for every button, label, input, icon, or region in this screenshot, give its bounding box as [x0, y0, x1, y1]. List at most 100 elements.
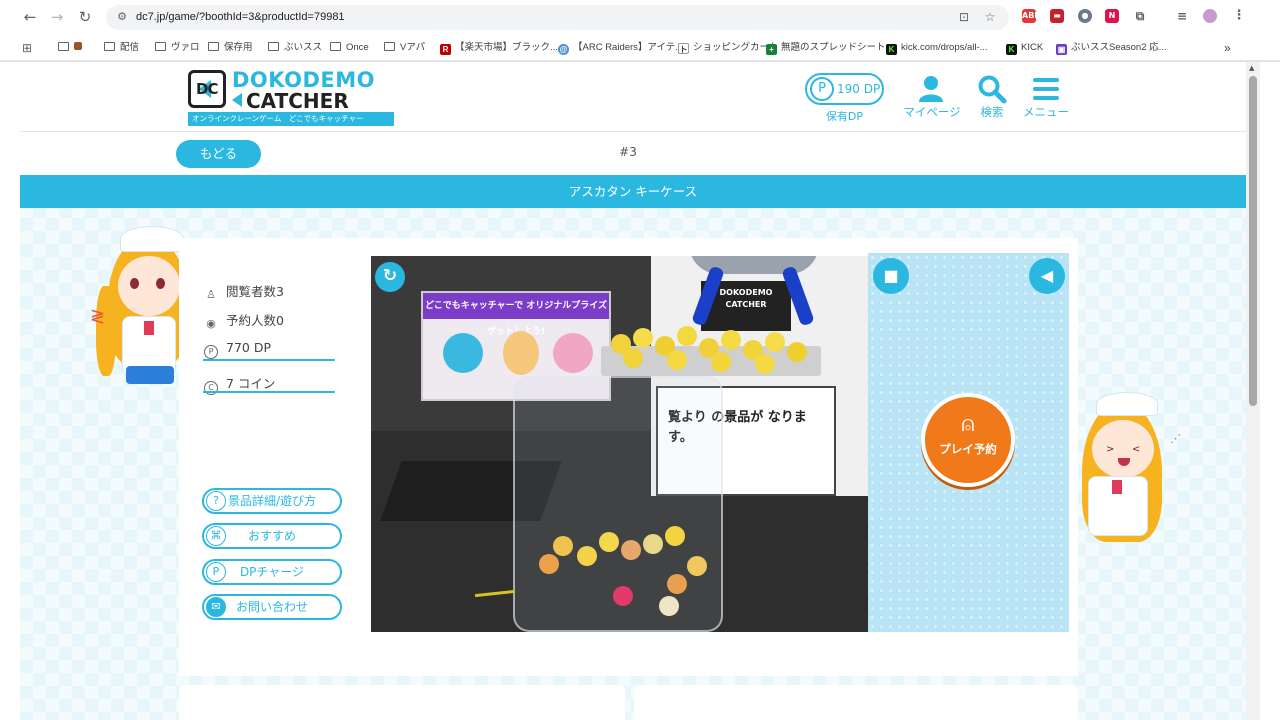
back-arrow-icon[interactable]: ← — [20, 7, 40, 27]
mascot-character-right: > < ⋰ — [1074, 392, 1184, 572]
search-label[interactable]: 検索 — [972, 104, 1012, 120]
address-url[interactable]: dc7.jp/game/?boothId=3&productId=79981 — [136, 5, 345, 30]
folder-icon — [268, 42, 279, 51]
page-margin — [1260, 62, 1280, 720]
refresh-stream-icon[interactable]: ↻ — [375, 262, 405, 292]
bookmark-folder[interactable]: Vアパ — [384, 39, 425, 57]
site-logo[interactable]: DC DOKODEMO CATCHER オンラインクレーンゲーム どこでもキャッ… — [188, 68, 394, 126]
extension-icon-red[interactable]: ▬ — [1050, 9, 1064, 23]
bookmark-rakuten[interactable]: R 【楽天市場】ブラック... — [440, 39, 558, 57]
browser-menu-icon[interactable]: ⋮ — [1232, 9, 1246, 23]
viewer-count: ♙ 閲覧者数3 — [204, 281, 284, 302]
points-icon: P — [810, 77, 834, 101]
control-panel: ■ ◀ ⍝ プレイ予約 — [868, 253, 1069, 632]
reload-icon[interactable]: ↻ — [75, 7, 95, 27]
logo-tagline: オンラインクレーンゲーム どこでもキャッチャー — [188, 112, 394, 126]
bookmark-kick-drops[interactable]: Kkick.com/drops/all-... — [886, 39, 988, 57]
claw-icon: ⍝ — [961, 412, 975, 437]
bookmark-folder[interactable]: ヴァロ — [155, 39, 200, 57]
bookmark-shopping-cart[interactable]: トショッピングカート — [678, 39, 779, 57]
bookmark-spreadsheet[interactable]: + 無題のスプレッドシート... — [766, 39, 893, 57]
bookmark-kick[interactable]: K KICK — [1006, 39, 1043, 57]
forward-arrow-icon[interactable]: → — [47, 7, 67, 27]
folder-icon — [384, 42, 395, 51]
dp-charge-button[interactable]: P DPチャージ — [202, 559, 342, 585]
more-bookmarks-icon[interactable]: » — [1224, 39, 1231, 57]
adblock-extension-icon[interactable]: ABP — [1022, 9, 1040, 23]
bookmark-folder[interactable] — [58, 39, 82, 57]
dp-label: 保有DP — [825, 110, 864, 123]
dp-balance[interactable]: P 190 DP — [805, 73, 884, 105]
search-icon[interactable] — [977, 74, 1007, 104]
booth-number: #3 — [619, 145, 637, 159]
menu-label[interactable]: メニュー — [1018, 104, 1074, 120]
cart-icon: ト — [678, 43, 689, 54]
bookmark-folder[interactable]: Once — [330, 39, 369, 57]
page-viewport: DC DOKODEMO CATCHER オンラインクレーンゲーム どこでもキャッ… — [20, 62, 1246, 720]
person-icon: ♙ — [206, 288, 216, 301]
folder-icon — [155, 42, 166, 51]
kick-icon: K — [886, 44, 897, 55]
points-icon: P — [206, 562, 226, 582]
hamburger-menu-icon[interactable] — [1031, 74, 1061, 104]
page-margin — [0, 62, 20, 720]
user-icon[interactable] — [916, 74, 946, 104]
gift-icon: ⌘ — [206, 526, 226, 546]
extensions-puzzle-icon[interactable]: ⧉ — [1133, 9, 1147, 23]
bookmark-folder[interactable]: ぶいスス — [268, 39, 322, 57]
play-price-dp: P 770 DP — [204, 340, 271, 359]
camera-switch-icon[interactable]: ■ — [873, 258, 909, 294]
recommend-button[interactable]: ⌘ おすすめ — [202, 523, 342, 549]
install-app-icon[interactable]: ⊡ — [956, 9, 972, 25]
bookmark-star-icon[interactable]: ☆ — [982, 9, 998, 25]
kick-icon: K — [1006, 44, 1017, 55]
scroll-up-icon[interactable]: ▲ — [1249, 64, 1254, 72]
shock-mark: ≷ — [90, 306, 106, 327]
prize-details-button[interactable]: ? 景品詳細/遊び方 — [202, 488, 342, 514]
info-card-right — [634, 685, 1078, 720]
mypage-label[interactable]: マイページ — [899, 104, 965, 120]
sheets-icon: + — [766, 44, 777, 55]
product-title: アスカタン キーケース — [20, 175, 1246, 208]
site-header: DC DOKODEMO CATCHER オンラインクレーンゲーム どこでもキャッ… — [20, 62, 1246, 132]
points-icon: P — [204, 345, 218, 359]
folder-icon — [58, 42, 69, 51]
sound-toggle-icon[interactable]: ◀ — [1029, 258, 1065, 294]
profile-avatar[interactable] — [1203, 9, 1217, 23]
divider — [203, 359, 335, 361]
game-panel: ♙ 閲覧者数3 ◉ 予約人数0 P 770 DP C7 コイン ? 景品詳細/遊び方 ⌘… — [179, 238, 1078, 676]
address-bar[interactable]: ⚙ dc7.jp/game/?boothId=3&productId=79981… — [106, 5, 1009, 30]
scrollbar-thumb[interactable] — [1249, 76, 1257, 406]
divider — [203, 391, 335, 393]
bookmark-arc-raiders[interactable]: @ 【ARC Raiders】アイテ... — [558, 39, 683, 57]
folder-icon — [208, 42, 219, 51]
chat-icon: ✉ — [206, 597, 226, 617]
reservation-count: ◉ 予約人数0 — [204, 310, 284, 331]
logo-line2: CATCHER — [232, 89, 349, 113]
browser-toolbar: ← → ↻ ⚙ dc7.jp/game/?boothId=3&productId… — [0, 0, 1280, 35]
site-icon: ▣ — [1056, 44, 1067, 55]
dp-value: 190 DP — [837, 82, 881, 96]
site-info-icon[interactable]: ⚙ — [114, 9, 130, 25]
bookmark-folder[interactable]: 保存用 — [208, 39, 253, 57]
folder-icon — [104, 42, 115, 51]
sparkle-mark: ⋰ — [1170, 432, 1181, 445]
bookmark-folder[interactable]: 配信 — [104, 39, 139, 57]
rakuten-icon: R — [440, 44, 451, 55]
back-button[interactable]: もどる — [176, 140, 261, 168]
info-card-left — [179, 685, 625, 720]
page-scrollbar[interactable]: ▲ — [1246, 62, 1260, 720]
site-globe-icon: @ — [558, 44, 569, 55]
eye-icon: ◉ — [206, 317, 216, 330]
media-control-icon[interactable]: ≡ — [1175, 9, 1189, 23]
extension-icon-n[interactable]: N — [1105, 9, 1119, 23]
play-reserve-button[interactable]: ⍝ プレイ予約 — [921, 393, 1015, 487]
extension-icon-globe[interactable]: ● — [1078, 9, 1092, 23]
folder-icon — [330, 42, 341, 51]
live-camera-feed: どこでもキャッチャーで オリジナルプライズゲットしよう! DOKODEMO CA… — [371, 256, 868, 632]
bookmark-vss-season2[interactable]: ▣ ぶいススSeason2 応... — [1056, 39, 1167, 57]
sub-bar: もどる #3 — [20, 132, 1246, 175]
apps-grid-icon[interactable]: ⊞ — [22, 39, 32, 57]
dc-logo-icon: DC — [188, 70, 226, 108]
contact-button[interactable]: ✉ お問い合わせ — [202, 594, 342, 620]
